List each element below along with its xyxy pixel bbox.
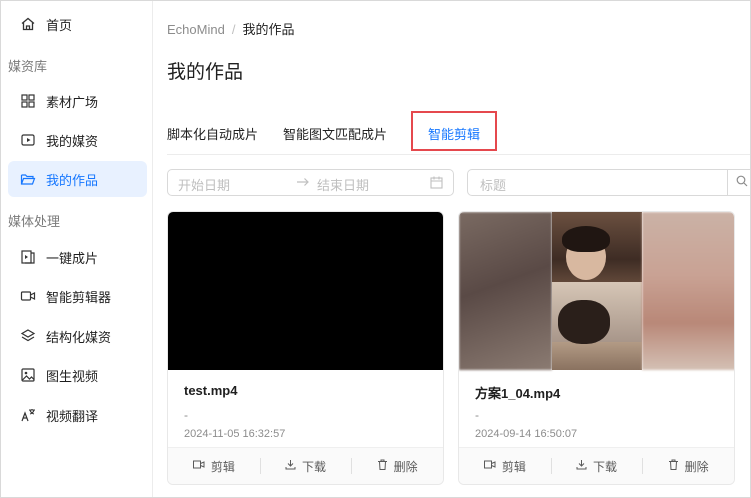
calendar-icon: [430, 176, 443, 192]
breadcrumb-current: 我的作品: [242, 22, 295, 37]
nav-smart-editor-label: 智能剪辑器: [46, 289, 112, 305]
work-card[interactable]: test.mp4 - 2024-11-05 16:32:57 剪辑 下载 删除: [167, 211, 444, 485]
nav-my-works[interactable]: 我的作品: [8, 161, 147, 197]
nav-material-square[interactable]: 素材广场: [8, 83, 147, 119]
video-camera-icon: [192, 459, 205, 473]
media-icon: [20, 132, 36, 148]
nav-one-click[interactable]: 一键成片: [8, 239, 147, 275]
start-date-input[interactable]: 开始日期: [178, 175, 230, 194]
layers-icon: [20, 328, 36, 344]
title-search-input[interactable]: 标题: [467, 169, 751, 196]
video-camera-icon: [483, 459, 496, 473]
work-name: 方案1_04.mp4: [475, 386, 561, 401]
clip-icon: [20, 249, 36, 265]
nav-smart-editor[interactable]: 智能剪辑器: [8, 278, 147, 314]
nav-image-to-video[interactable]: 图生视频: [8, 357, 147, 393]
search-button[interactable]: [727, 169, 751, 196]
breadcrumb: EchoMind / 我的作品: [167, 19, 294, 38]
video-camera-icon: [20, 288, 36, 304]
download-label: 下载: [593, 459, 618, 474]
nav-my-media[interactable]: 我的媒资: [8, 122, 147, 158]
nav-image-to-video-label: 图生视频: [46, 368, 99, 384]
edit-label: 剪辑: [210, 459, 235, 474]
download-button[interactable]: 下载: [259, 448, 352, 484]
group-title-media-processing: 媒体处理: [8, 214, 61, 229]
breadcrumb-separator: /: [231, 22, 236, 37]
nav-my-media-label: 我的媒资: [46, 133, 99, 149]
work-date: 2024-11-05 16:32:57: [184, 428, 286, 440]
nav-structured-media[interactable]: 结构化媒资: [8, 318, 147, 354]
edit-button[interactable]: 剪辑: [459, 448, 551, 484]
delete-label: 删除: [393, 459, 418, 474]
download-icon: [285, 459, 296, 473]
download-button[interactable]: 下载: [550, 448, 643, 484]
main-content: EchoMind / 我的作品 我的作品 脚本化自动成片 智能图文匹配成片 智能剪辑…: [153, 0, 751, 498]
video-thumbnail[interactable]: [459, 212, 734, 370]
title-search-placeholder: 标题: [480, 178, 507, 193]
breadcrumb-root[interactable]: EchoMind: [167, 22, 225, 37]
nav-material-square-label: 素材广场: [46, 94, 99, 110]
nav-structured-media-label: 结构化媒资: [46, 329, 112, 345]
work-description: -: [184, 408, 188, 422]
work-description: -: [475, 408, 479, 422]
page-title: 我的作品: [167, 62, 244, 83]
card-actions: 剪辑 下载 删除: [459, 447, 734, 484]
folder-open-icon: [20, 171, 36, 187]
work-card[interactable]: 方案1_04.mp4 - 2024-09-14 16:50:07 剪辑 下载 删…: [458, 211, 735, 485]
delete-button[interactable]: 删除: [642, 448, 734, 484]
image-icon: [20, 367, 36, 383]
translate-icon: [20, 407, 36, 423]
delete-label: 删除: [684, 459, 709, 474]
end-date-input[interactable]: 结束日期: [317, 175, 369, 194]
edit-label: 剪辑: [501, 459, 526, 474]
nav-video-translate[interactable]: 视频翻译: [8, 397, 147, 433]
group-title-media-library: 媒资库: [8, 59, 48, 74]
tab-bar: 脚本化自动成片 智能图文匹配成片 智能剪辑: [167, 111, 751, 155]
grid-icon: [20, 93, 36, 109]
date-range-picker[interactable]: 开始日期 结束日期: [167, 169, 454, 196]
work-name: test.mp4: [184, 383, 238, 398]
card-actions: 剪辑 下载 删除: [168, 447, 443, 484]
sidebar: 首页 媒资库 素材广场 我的媒资 我的作品 媒体处理 一键成片 智能剪辑器 结构…: [0, 0, 153, 498]
edit-button[interactable]: 剪辑: [168, 448, 260, 484]
tab-smart-match[interactable]: 智能图文匹配成片: [283, 124, 387, 143]
download-icon: [576, 459, 587, 473]
arrow-right-icon: [296, 176, 310, 191]
nav-my-works-label: 我的作品: [46, 172, 99, 188]
delete-button[interactable]: 删除: [351, 448, 443, 484]
search-icon: [736, 175, 748, 190]
nav-home-label: 首页: [46, 17, 73, 33]
work-date: 2024-09-14 16:50:07: [475, 428, 578, 440]
nav-home[interactable]: 首页: [8, 6, 147, 42]
nav-video-translate-label: 视频翻译: [46, 408, 99, 424]
video-thumbnail[interactable]: [168, 212, 443, 370]
trash-icon: [668, 459, 679, 473]
download-label: 下载: [302, 459, 327, 474]
trash-icon: [377, 459, 388, 473]
tab-script-auto[interactable]: 脚本化自动成片: [167, 124, 258, 143]
tab-smart-edit[interactable]: 智能剪辑: [428, 124, 480, 143]
nav-one-click-label: 一键成片: [46, 250, 99, 266]
home-icon: [20, 16, 36, 32]
